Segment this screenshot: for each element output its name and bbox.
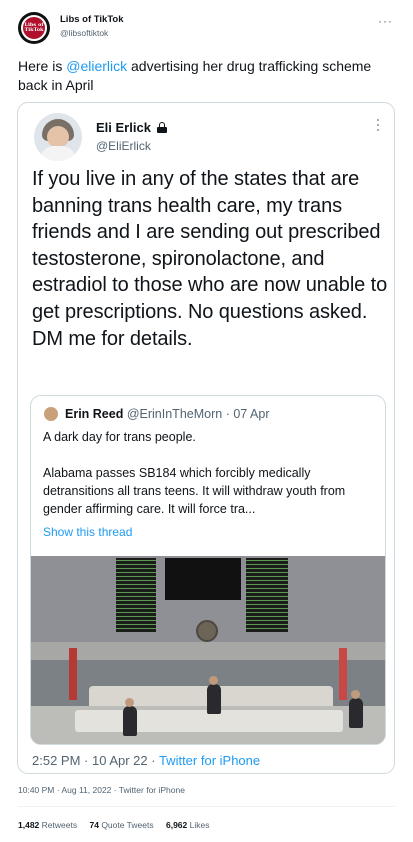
- author-handle[interactable]: @libsoftiktok: [60, 28, 108, 38]
- tweet-text-prefix: Here is: [18, 58, 67, 74]
- lock-icon: [156, 122, 167, 133]
- tweet-header: Libs of TikTok Libs of TikTok @libsoftik…: [0, 0, 413, 52]
- embedded-author-name: Eli Erlick: [96, 120, 167, 135]
- embedded-timestamp: 2:52 PM · 10 Apr 22 · Twitter for iPhone: [32, 753, 260, 768]
- more-icon[interactable]: ···: [378, 14, 393, 28]
- embedded-name-text: Eli Erlick: [96, 120, 151, 135]
- quoted-date: · 07 Apr: [225, 407, 270, 421]
- likes-count: 6,962: [165, 820, 188, 830]
- quoted-author-name: Erin Reed: [65, 407, 124, 421]
- embedded-via: Twitter for iPhone: [158, 753, 261, 768]
- divider: [18, 806, 395, 807]
- tweet-timestamp[interactable]: 10:40 PM · Aug 11, 2022 · Twitter for iP…: [18, 785, 185, 795]
- author-avatar[interactable]: Libs of TikTok: [18, 12, 50, 44]
- embedded-avatar: [34, 113, 82, 161]
- author-name[interactable]: Libs of TikTok: [60, 14, 124, 25]
- tweet-stats: 1,482 Retweets 74 Quote Tweets 6,962 Lik…: [18, 820, 219, 830]
- quote-tweets-label: Quote Tweets: [101, 820, 154, 830]
- quoted-text-line2: Alabama passes SB184 which forcibly medi…: [43, 466, 346, 516]
- quote-tweets-stat[interactable]: 74 Quote Tweets: [89, 820, 153, 830]
- likes-label: Likes: [189, 820, 210, 830]
- avatar-logo-text: Libs of TikTok: [24, 22, 44, 33]
- retweets-label: Retweets: [41, 820, 78, 830]
- quoted-avatar: [44, 407, 58, 421]
- likes-stat[interactable]: 6,962 Likes: [166, 820, 210, 830]
- quoted-photo: [31, 556, 385, 744]
- retweets-stat[interactable]: 1,482 Retweets: [18, 820, 77, 830]
- tweet-text: Here is @elierlick advertising her drug …: [18, 57, 388, 95]
- quoted-text-line1: A dark day for trans people.: [43, 430, 196, 444]
- embedded-tweet-text: If you live in any of the states that ar…: [32, 168, 388, 350]
- mention-link[interactable]: @elierlick: [66, 58, 127, 74]
- embedded-more-icon: [376, 119, 380, 133]
- quoted-header: Erin Reed @ErinInTheMorn · 07 Apr: [65, 407, 269, 421]
- avatar-logo: Libs of TikTok: [21, 15, 47, 41]
- retweets-count: 1,482: [18, 820, 40, 830]
- quoted-tweet: Erin Reed @ErinInTheMorn · 07 Apr A dark…: [30, 395, 386, 745]
- embedded-screenshot-card[interactable]: Eli Erlick @EliErlick If you live in any…: [17, 102, 395, 774]
- quote-tweets-count: 74: [89, 820, 99, 830]
- show-thread-link: Show this thread: [43, 525, 133, 539]
- quoted-author-handle: @ErinInTheMorn: [126, 407, 223, 421]
- embedded-time: 2:52 PM · 10 Apr 22 ·: [32, 753, 159, 768]
- quoted-text: A dark day for trans people. Alabama pas…: [43, 428, 378, 518]
- embedded-author-handle: @EliErlick: [96, 139, 151, 153]
